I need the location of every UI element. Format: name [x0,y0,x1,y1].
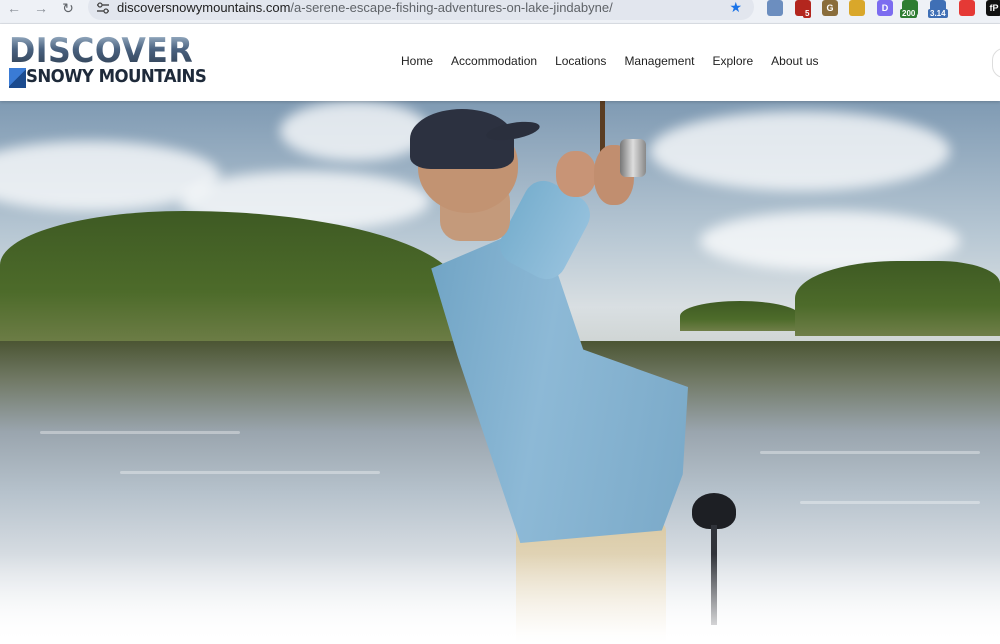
bookmark-star-icon[interactable]: ★ [729,0,742,16]
logo-flag-icon [9,68,26,88]
water-ripple [40,431,240,434]
logo-top-text: DISCOVER [9,31,194,71]
water-ripple [760,451,980,454]
url-text: discoversnowymountains.com/a-serene-esca… [117,0,613,15]
nav-accommodation[interactable]: Accommodation [442,54,546,68]
site-info-icon[interactable] [96,2,110,14]
search-toggle-button[interactable] [992,48,1000,78]
nav-explore[interactable]: Explore [703,54,762,68]
antenna-icon[interactable] [767,0,783,16]
site-header: DISCOVER SNOWY MOUNTAINS Home Accommodat… [0,24,1000,101]
nav-management[interactable]: Management [615,54,703,68]
fishing-reel [620,139,646,177]
nav-locations[interactable]: Locations [546,54,615,68]
main-navigation: Home Accommodation Locations Management … [392,54,828,68]
sun-icon[interactable] [849,0,865,16]
trolling-motor [692,493,736,529]
cloud [280,101,430,161]
nav-home[interactable]: Home [392,54,442,68]
nav-about-us[interactable]: About us [762,54,827,68]
logo-bottom-text: SNOWY MOUNTAINS [26,66,207,87]
counter-badge: 200 [900,9,918,18]
browser-toolbar: ← → ↻ discoversnowymountains.com/a-seren… [0,0,1000,24]
water-ripple [800,501,980,504]
url-domain: discoversnowymountains.com [117,0,291,15]
d-icon[interactable]: D [877,0,893,16]
hero-image [0,101,1000,644]
shield-badge: 5 [803,9,812,18]
version-badge: 3.14 [928,9,948,18]
forward-icon[interactable]: → [31,0,51,20]
url-path: /a-serene-escape-fishing-adventures-on-l… [290,0,613,15]
forest-right [795,261,1000,336]
address-bar[interactable]: discoversnowymountains.com/a-serene-esca… [88,0,754,20]
fp-icon[interactable]: fP [986,0,1000,16]
back-icon[interactable]: ← [4,0,24,20]
site-logo[interactable]: DISCOVER SNOWY MOUNTAINS [9,31,207,92]
forest-middle [680,301,800,331]
cloud [650,111,950,191]
color-icon[interactable] [959,0,975,16]
fisherman-hand [556,151,596,197]
grammar-icon[interactable]: G [822,0,838,16]
water-ripple [120,471,380,474]
hero-fade [0,554,1000,644]
reload-icon[interactable]: ↻ [58,0,78,20]
